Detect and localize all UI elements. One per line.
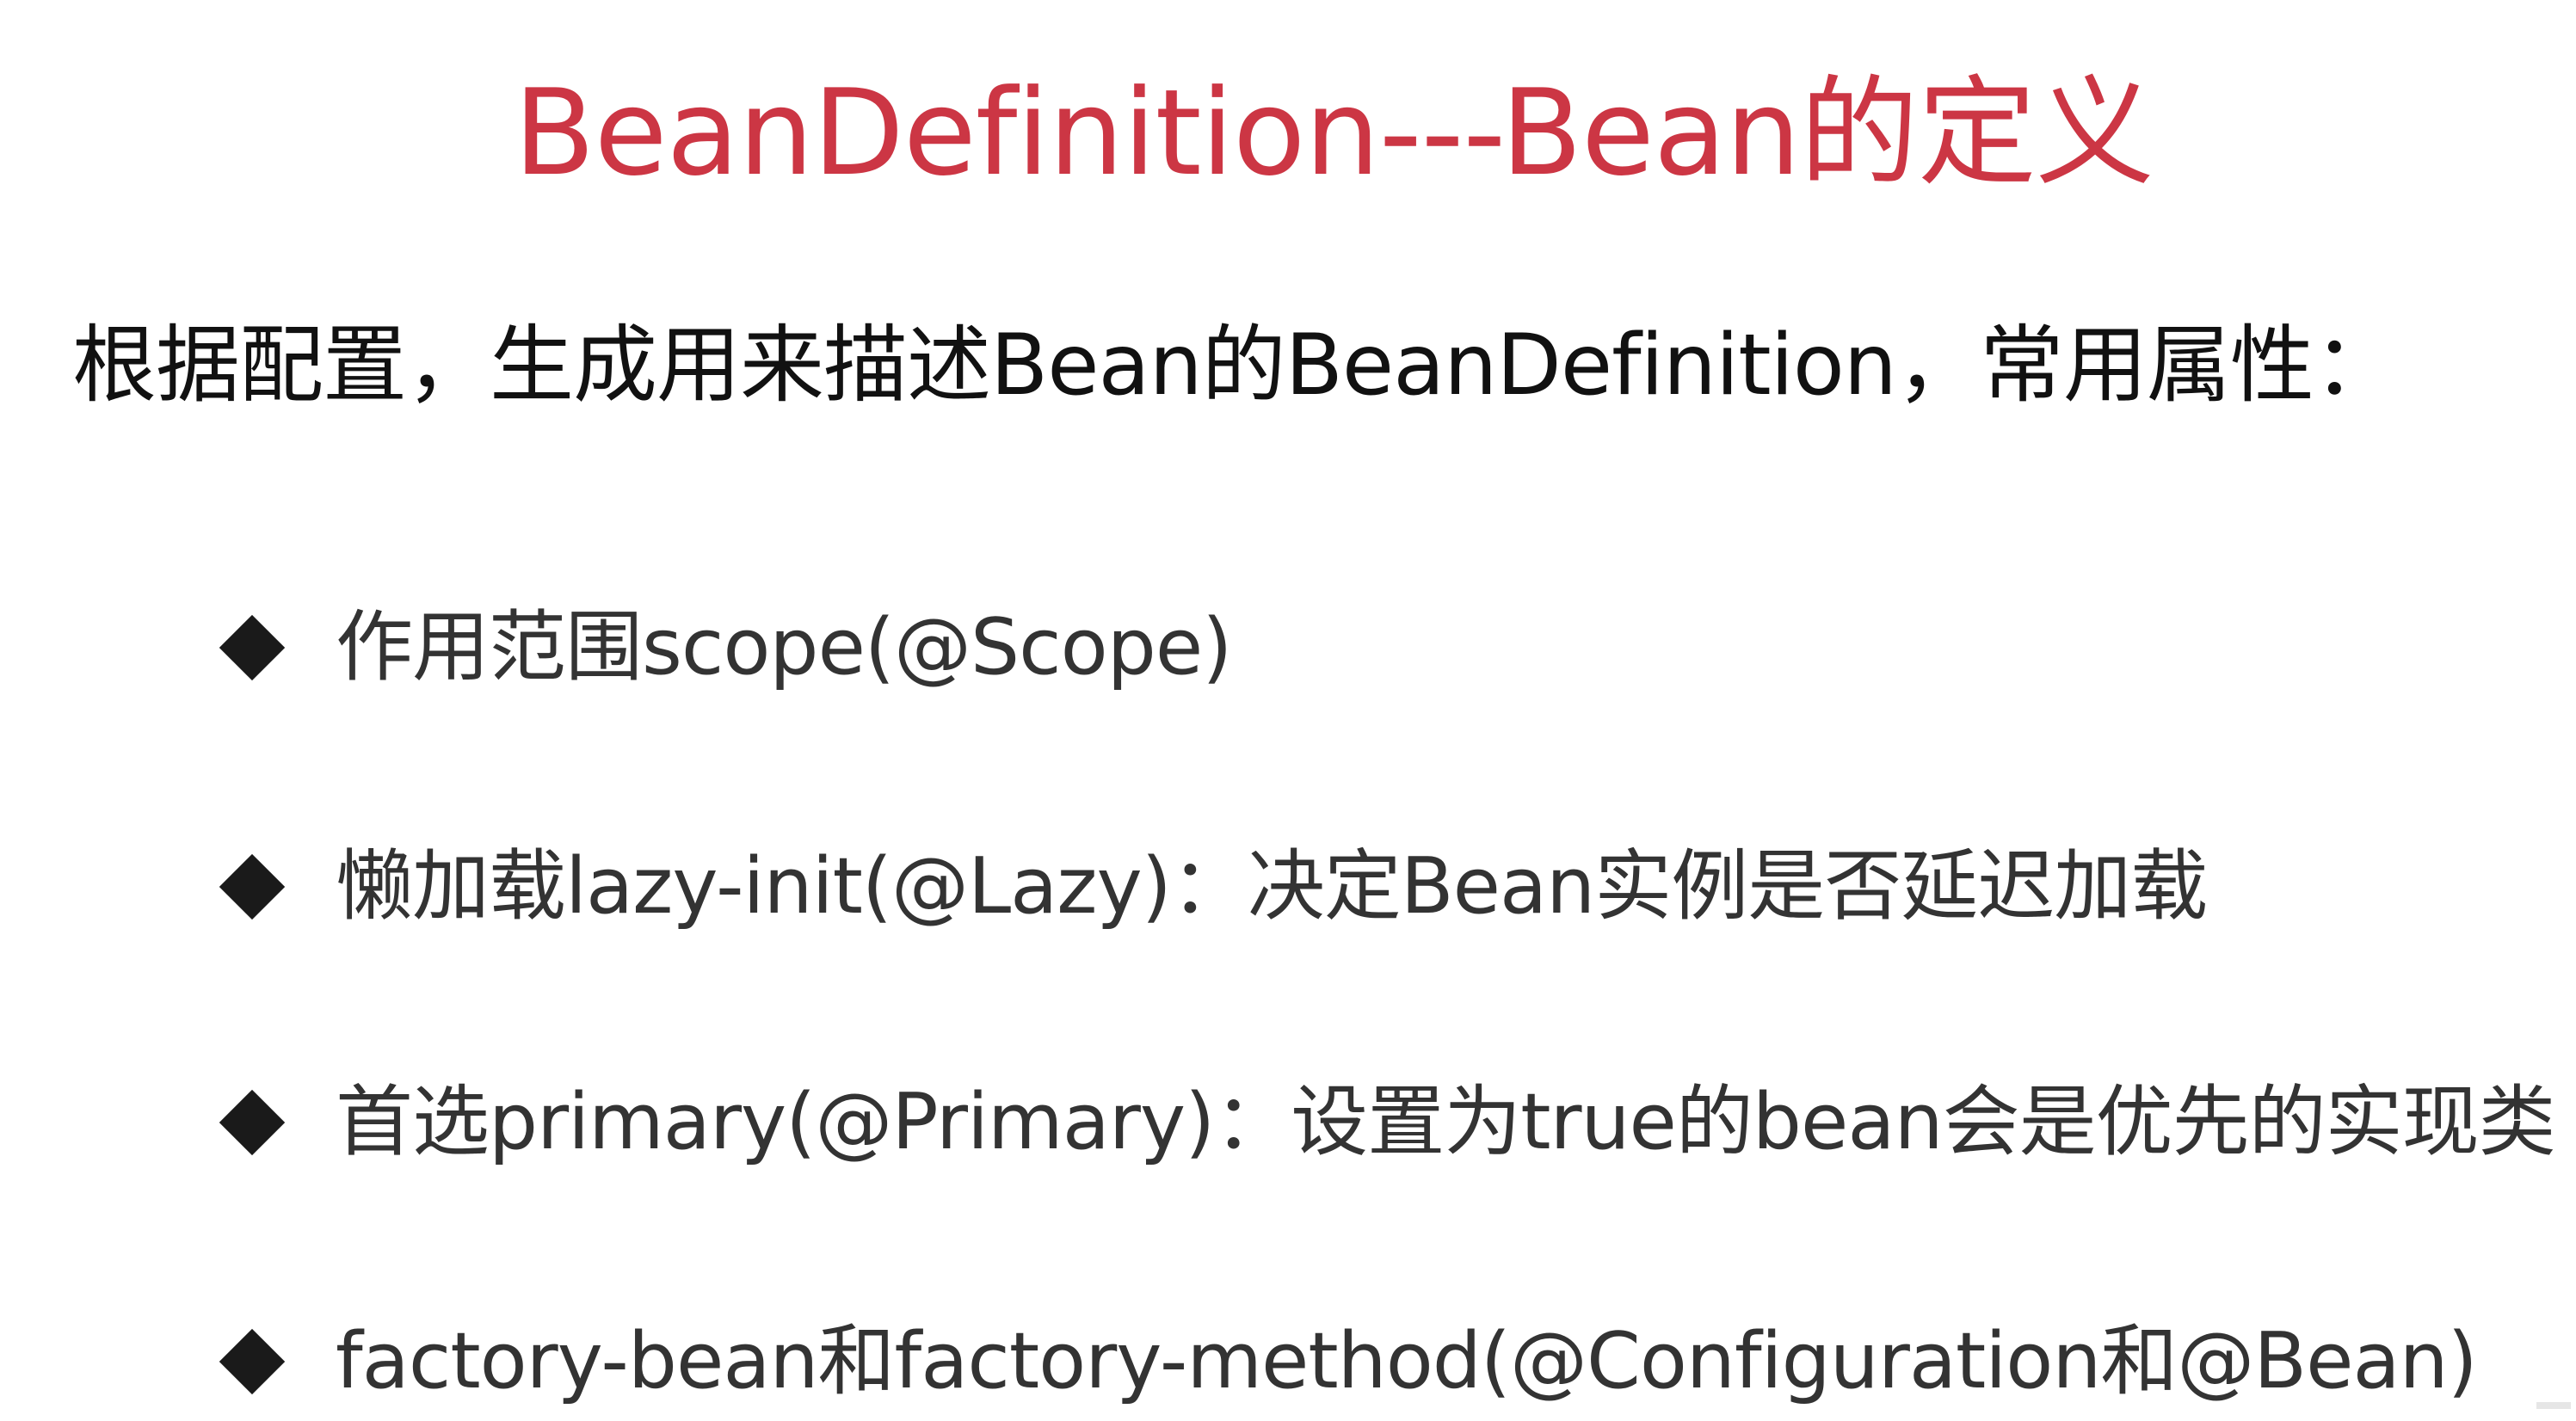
bullet-item-scope: 作用范围scope(@Scope) — [219, 592, 1232, 704]
corner-mark — [2536, 1402, 2571, 1409]
bullet-item-primary: 首选primary(@Primary)：设置为true的bean会是优先的实现类 — [219, 1067, 2556, 1178]
bullet-text: 懒加载lazy-init(@Lazy)：决定Bean实例是否延迟加载 — [336, 841, 2208, 932]
slide: BeanDefinition---Bean的定义 根据配置，生成用来描述Bean… — [0, 0, 2576, 1421]
diamond-bullet-icon — [219, 614, 286, 681]
bullet-text: 作用范围scope(@Scope) — [336, 602, 1232, 692]
bullet-item-factory: factory-bean和factory-method(@Configurati… — [219, 1306, 2478, 1418]
bullet-text: factory-bean和factory-method(@Configurati… — [336, 1316, 2478, 1406]
bullet-text: 首选primary(@Primary)：设置为true的bean会是优先的实现类 — [336, 1077, 2556, 1167]
bullet-item-lazy-init: 懒加载lazy-init(@Lazy)：决定Bean实例是否延迟加载 — [219, 831, 2208, 943]
diamond-bullet-icon — [219, 853, 286, 920]
diamond-bullet-icon — [219, 1089, 286, 1156]
diamond-bullet-icon — [219, 1328, 286, 1395]
bullet-list: 作用范围scope(@Scope) 懒加载lazy-init(@Lazy)：决定… — [0, 0, 2576, 1421]
